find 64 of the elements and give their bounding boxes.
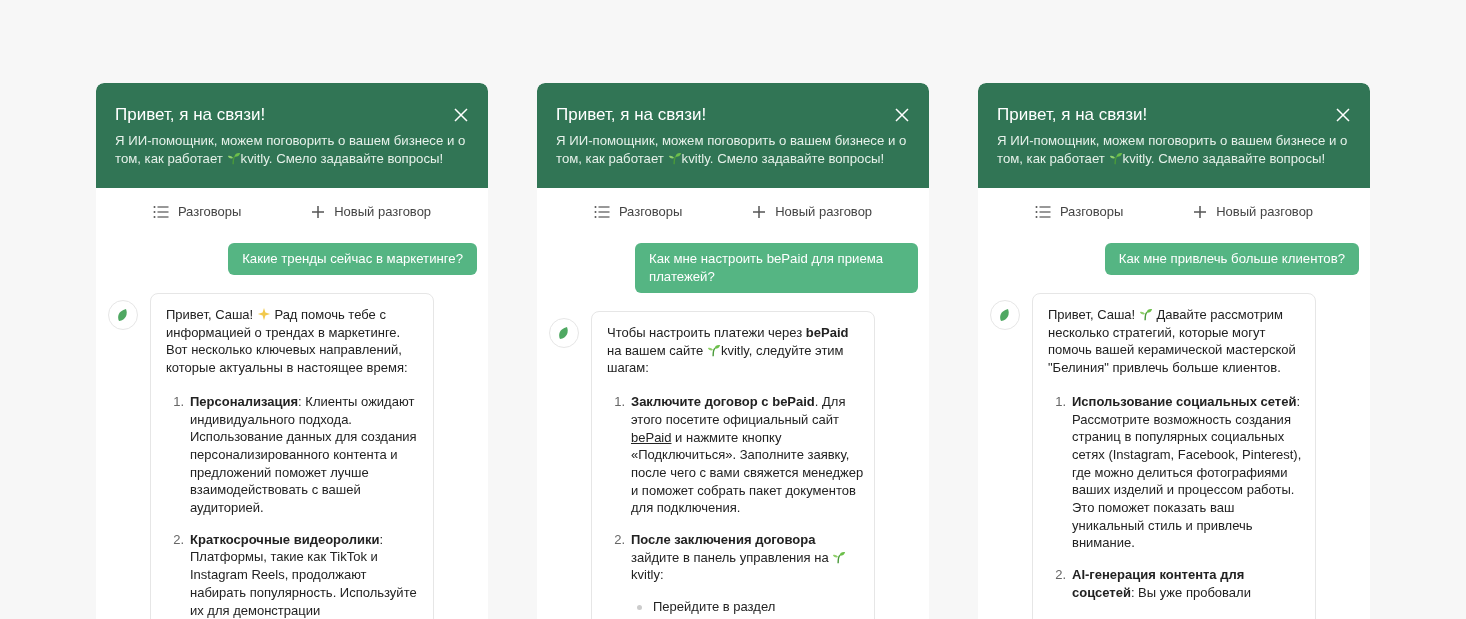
message-text: информацией о трендах в маркетинге. Вот несколько ключевых направлений, которые актуальны в настоящее время:	[166, 324, 408, 376]
message-text: Персонализация: Клиенты ожидают индивидуального подхода. Использование данных для создания персонализированного контента и предложений поможет лучше взаимодействовать с вашей аудиторией.	[190, 393, 417, 516]
sprout-icon	[832, 549, 847, 564]
chat-title: Привет, я на связи!	[997, 105, 1148, 125]
subtitle-text: kvitly. Смело задавайте вопросы!	[1122, 151, 1326, 166]
subtitle-text: Я ИИ-помощник, можем поговорить о вашем бизнесе и о	[997, 133, 1348, 148]
close-icon[interactable]	[1335, 107, 1351, 123]
message-text: Рад помочь тебе с	[273, 307, 386, 322]
message-text: Использование социальных сетей: Рассмотрите возможность создания страниц в популярных социальных сетях (Instagram, Facebook, Pinterest), где можно делиться фотографиями ваших изделий и процессом работы. Это поможет показать ваш уникальный стиль и привлечь внимание.	[1072, 393, 1302, 551]
message-text: шагам:	[607, 360, 649, 376]
sprout-icon	[1138, 307, 1153, 321]
message-text: Привет, Саша!	[166, 307, 255, 322]
list-icon	[1034, 204, 1051, 219]
chat-title: Привет, я на связи!	[556, 105, 707, 125]
message-text: AI-генерация контента для соцсетей: Вы уже пробовали	[1072, 567, 1251, 600]
sprout-icon	[226, 151, 241, 165]
list-number: 2.	[1054, 566, 1066, 585]
message-text: Давайте рассмотрим	[1155, 307, 1284, 322]
chats-button[interactable]: Разговоры	[1030, 202, 1128, 221]
user-message: Как мне настроить bePaid для приема платежей?	[635, 243, 918, 293]
message-text: Чтобы настроить платежи через bePaid	[607, 325, 849, 340]
subtitle-text: Я ИИ-помощник, можем поговорить о вашем бизнесе и о	[556, 133, 907, 148]
chat-title: Привет, я на связи!	[115, 105, 266, 125]
chats-button[interactable]: Разговоры	[589, 202, 687, 221]
user-message: Как мне привлечь больше клиентов?	[1104, 243, 1359, 275]
message-text: зайдите в панель управления на	[631, 549, 830, 565]
message-text: Краткосрочные видеоролики: Платформы, такие как TikTok и Instagram Reels, продолжают набирать популярность. Используйте их для демонстрации	[190, 531, 417, 618]
list-number: 2.	[172, 530, 184, 549]
message-text: kvitly:	[631, 567, 664, 583]
message-text: «Подключиться». Заполните заявку, после чего с вами свяжется менеджер и поможет собрать пакет документов для подключения.	[631, 447, 864, 516]
subtitle-text: том, как работает	[115, 151, 224, 166]
bullet-icon	[637, 605, 642, 611]
close-icon[interactable]	[894, 107, 910, 123]
user-message: Какие тренды сейчас в маркетинге?	[228, 243, 477, 275]
new-chat-button[interactable]: Новый разговор	[1189, 202, 1318, 221]
sprout-icon	[1108, 151, 1123, 165]
message-text: Перейдите в раздел	[653, 598, 776, 616]
subtitle-text: kvitly. Смело задавайте вопросы!	[240, 151, 444, 166]
message-text: После заключения договора	[631, 532, 816, 548]
plus-icon	[1193, 204, 1208, 219]
subtitle-text: том, как работает	[556, 151, 665, 166]
new-chat-button[interactable]: Новый разговор	[307, 202, 436, 221]
bepaid-link[interactable]: bePaid	[631, 429, 672, 445]
sprout-icon	[706, 342, 721, 357]
plus-icon	[752, 204, 767, 219]
message-text: несколько стратегий, которые могут помочь вашей керамической мастерской "Белиния" привлечь больше клиентов.	[1048, 324, 1296, 376]
subtitle-text: Я ИИ-помощник, можем поговорить о вашем бизнесе и о	[115, 133, 466, 148]
message-text: kvitly, следуйте этим	[720, 342, 844, 358]
subtitle-text: kvitly. Смело задавайте вопросы!	[681, 151, 885, 166]
chats-button[interactable]: Разговоры	[148, 202, 246, 221]
close-icon[interactable]	[453, 107, 469, 123]
plus-icon	[311, 204, 326, 219]
list-icon	[593, 204, 610, 219]
list-icon	[152, 204, 169, 219]
list-number: 2.	[613, 531, 625, 550]
subtitle-text: том, как работает	[997, 151, 1106, 166]
list-number: 1.	[172, 392, 184, 411]
list-number: 1.	[613, 393, 625, 412]
list-number: 1.	[1054, 392, 1066, 411]
sprout-icon	[667, 151, 682, 165]
new-chat-button[interactable]: Новый разговор	[748, 202, 877, 221]
message-text: на вашем сайте	[607, 342, 705, 358]
message-text: и нажмите кнопку	[674, 429, 782, 445]
message-text: Привет, Саша!	[1048, 307, 1137, 322]
